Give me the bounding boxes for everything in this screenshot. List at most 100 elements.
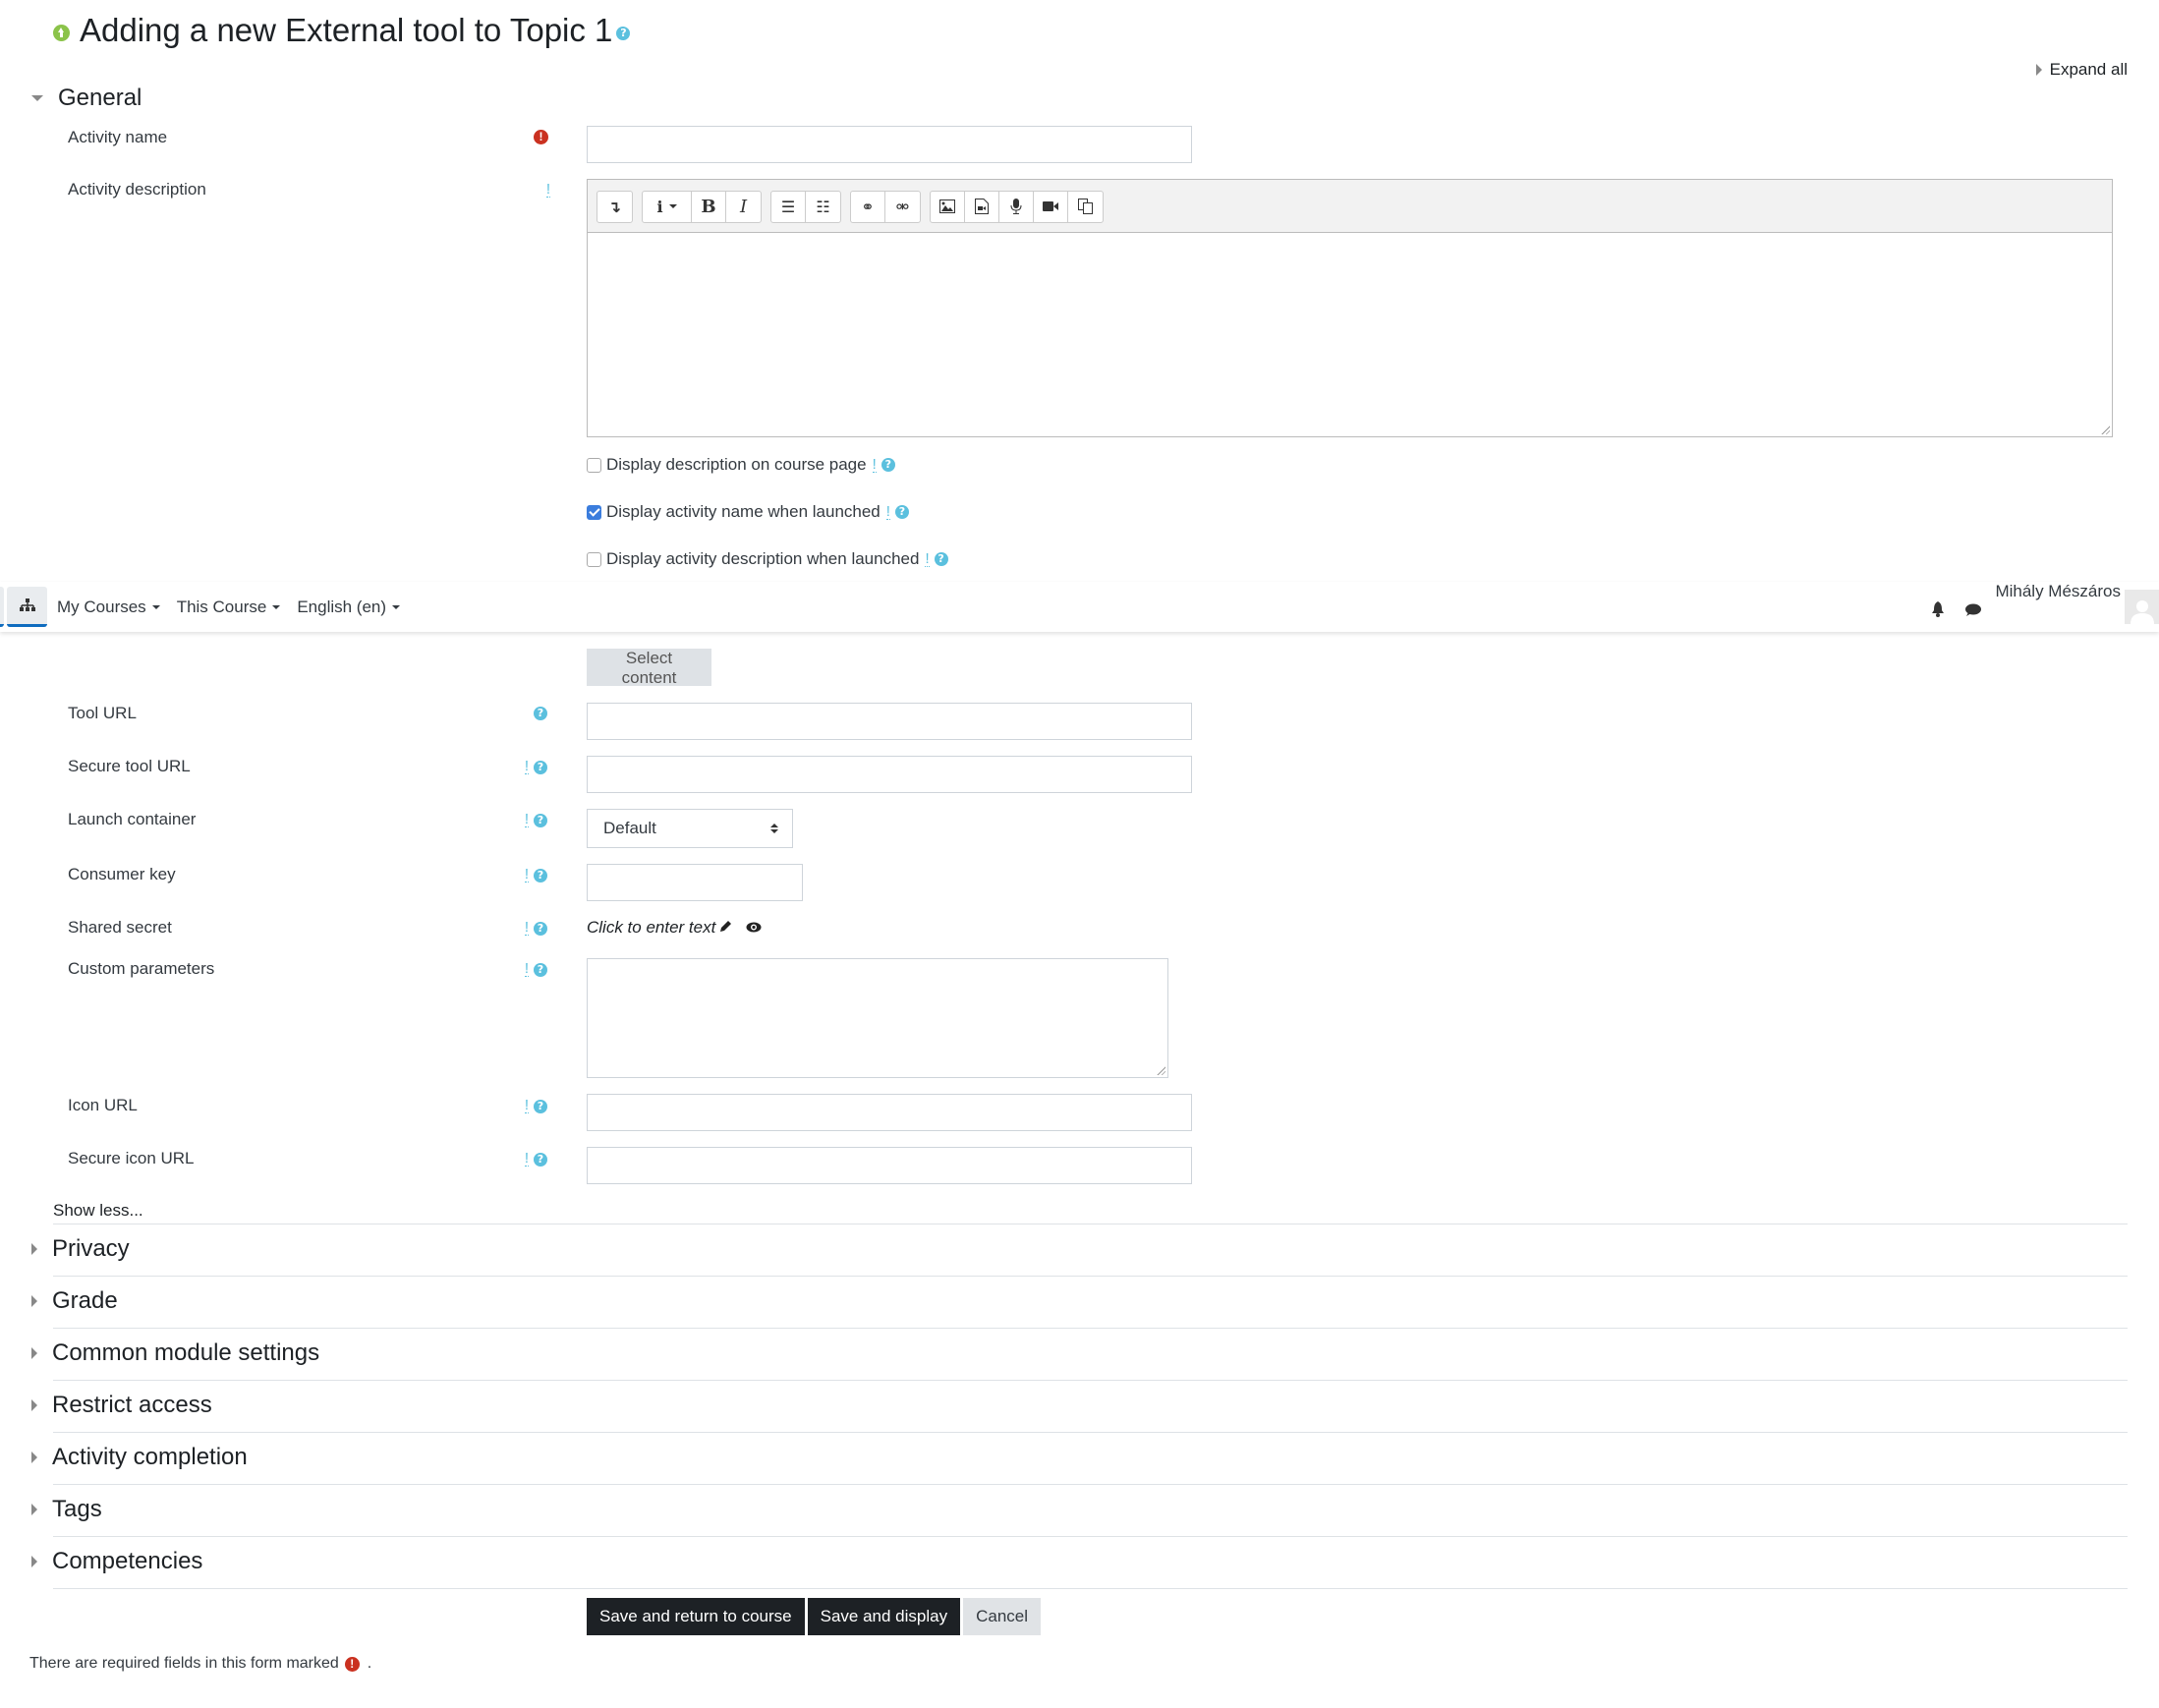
unordered-list-icon[interactable]: ☰ [771,191,806,222]
divider [53,1588,2128,1589]
eye-icon[interactable] [746,918,762,938]
select-content-button[interactable]: Select content [587,649,711,687]
nav-this-course[interactable]: This Course [177,598,281,617]
help-icon[interactable]: ? [881,458,895,472]
help-icon[interactable]: ? [534,813,547,827]
record-video-icon[interactable] [1034,191,1068,222]
manage-files-icon[interactable] [1068,192,1103,222]
advanced-icon: ! [524,758,529,774]
collapse-caret-icon [31,95,43,101]
secure-icon-url-label: Secure icon URL [68,1149,195,1167]
caret-down-icon [272,604,281,609]
help-icon[interactable]: ? [534,1152,547,1167]
info-style-icon[interactable]: i [643,191,692,222]
checkbox-display-activity-name[interactable]: Display activity name when launched ! ? [587,502,909,522]
required-fields-note: There are required fields in this form m… [29,1655,372,1672]
caret-down-icon [392,604,401,609]
checkbox[interactable] [587,551,601,567]
required-icon: ! [534,130,548,144]
launch-container-select[interactable]: Default [587,809,793,848]
help-icon[interactable]: ? [894,505,909,519]
unlink-icon[interactable]: ⚮ [885,192,920,222]
page-title-text: Adding a new External tool to Topic 1 [80,12,613,48]
resize-handle[interactable] [2100,425,2110,434]
help-icon[interactable]: ? [934,552,948,566]
help-icon[interactable]: ? [534,868,547,882]
section-activity-completion[interactable]: Activity completion [31,1444,248,1471]
expand-all-link[interactable]: Expand all [2035,60,2128,80]
avatar[interactable] [2125,590,2159,624]
editor-toolbar: ↴ i B I ☰ ☷ ⚭ ⚮ [587,179,2113,233]
divider [53,1380,2128,1381]
italic-icon[interactable]: I [726,192,761,222]
advanced-icon: ! [545,181,550,198]
help-icon[interactable]: ? [616,27,631,40]
expand-caret-icon [31,1452,37,1463]
checkbox-display-description[interactable]: Display description on course page ! ? [587,455,895,475]
section-grade[interactable]: Grade [31,1287,118,1315]
expand-caret-icon [31,1295,37,1307]
advanced-icon: ! [885,502,890,520]
section-restrict-access[interactable]: Restrict access [31,1392,212,1419]
expand-caret-icon [31,1347,37,1359]
collapse-icon[interactable]: ↴ [597,192,632,222]
icon-url-label: Icon URL [68,1096,138,1114]
checkbox-checked[interactable] [587,504,601,520]
cancel-button[interactable]: Cancel [963,1598,1042,1635]
nav-language[interactable]: English (en) [297,598,401,617]
nav-my-courses[interactable]: My Courses [57,598,160,617]
course-index-toggle[interactable] [7,587,47,627]
help-icon[interactable]: ? [534,962,547,977]
checkbox[interactable] [587,457,601,473]
checkbox-display-activity-description[interactable]: Display activity description when launch… [587,549,948,569]
advanced-icon: ! [524,811,529,827]
message-icon[interactable] [1964,599,1982,623]
section-privacy[interactable]: Privacy [31,1235,130,1263]
bell-icon[interactable] [1931,599,1945,623]
activity-description-editor[interactable] [587,232,2113,437]
shared-secret-field[interactable]: Click to enter text [587,918,762,938]
user-name: Mihály Mészáros [1995,582,2121,600]
section-common-module-settings[interactable]: Common module settings [31,1339,319,1367]
divider [53,1484,2128,1485]
image-icon[interactable] [931,191,965,222]
help-icon[interactable]: ? [534,1099,547,1113]
help-icon[interactable]: ? [534,921,547,936]
advanced-icon: ! [524,1097,529,1113]
save-and-display-button[interactable]: Save and display [807,1598,961,1635]
external-tool-icon [53,24,70,41]
show-less-link[interactable]: Show less... [53,1201,143,1221]
drawer-toggle[interactable] [0,587,4,627]
resize-handle[interactable] [1156,1065,1165,1075]
required-icon: ! [344,1656,360,1672]
secure-icon-url-input[interactable] [587,1147,1192,1184]
user-menu[interactable]: Mihály Mészáros [1995,582,2159,624]
save-and-return-button[interactable]: Save and return to course [587,1598,805,1635]
ordered-list-icon[interactable]: ☷ [806,192,840,222]
help-icon[interactable]: ? [534,760,547,774]
link-icon[interactable]: ⚭ [851,191,885,222]
select-arrows-icon [770,824,778,833]
divider [53,1328,2128,1329]
section-general[interactable]: General [31,85,142,112]
help-icon[interactable]: ? [534,707,547,720]
consumer-key-input[interactable] [587,864,803,901]
expand-caret-icon [31,1504,37,1515]
pencil-icon[interactable] [719,918,732,938]
bold-icon[interactable]: B [692,191,726,222]
shared-secret-label: Shared secret [68,918,172,937]
activity-name-input[interactable] [587,126,1192,163]
tool-url-input[interactable] [587,703,1192,740]
section-competencies[interactable]: Competencies [31,1548,202,1575]
record-audio-icon[interactable] [999,191,1034,222]
icon-url-input[interactable] [587,1094,1192,1131]
custom-parameters-textarea[interactable] [587,958,1168,1078]
activity-description-label: Activity description [68,180,206,199]
secure-tool-url-input[interactable] [587,756,1192,793]
section-general-label: General [58,85,142,111]
section-tags[interactable]: Tags [31,1496,102,1523]
advanced-icon: ! [925,549,930,567]
advanced-icon: ! [524,919,529,936]
media-icon[interactable] [965,191,999,222]
navbar: My Courses This Course English (en) Mihá… [0,582,2159,632]
